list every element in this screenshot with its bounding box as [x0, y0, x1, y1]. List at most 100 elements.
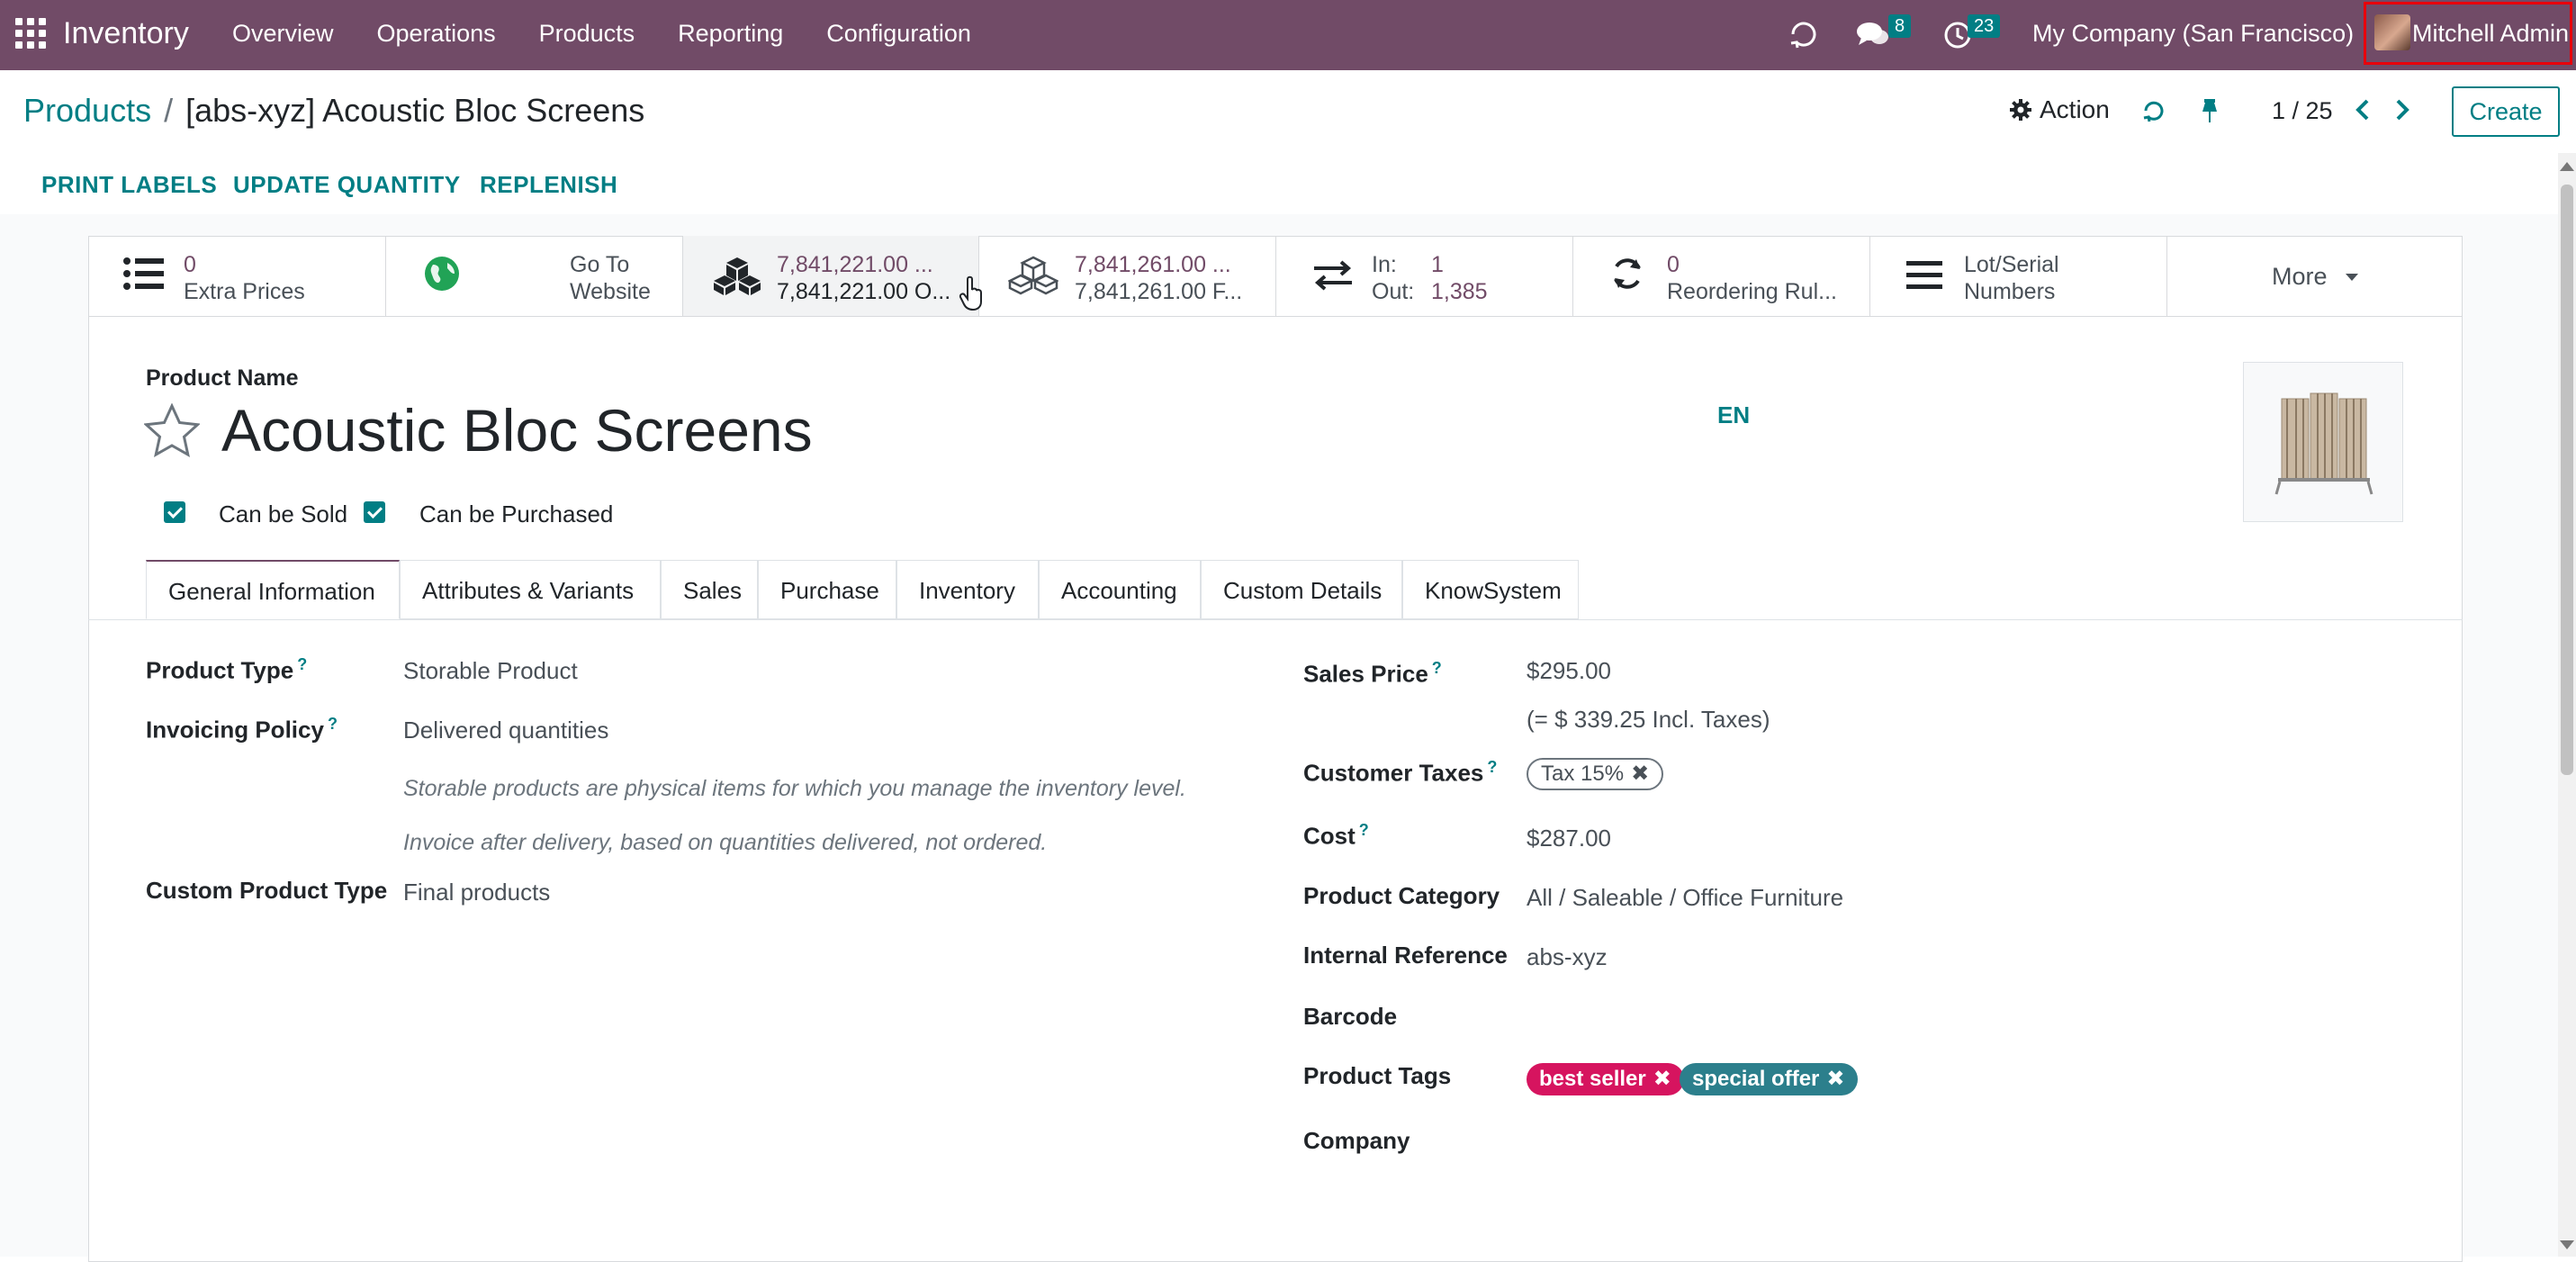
- print-labels-button[interactable]: PRINT LABELS: [41, 171, 217, 199]
- lot-serial-smart-button[interactable]: Lot/Serial Numbers: [1870, 236, 2167, 316]
- scrollbar-thumb[interactable]: [2561, 185, 2573, 775]
- help-tooltip-icon[interactable]: ?: [1487, 758, 1497, 776]
- product-category-label: Product Category: [1303, 882, 1500, 909]
- favorite-star-icon[interactable]: [144, 403, 200, 457]
- remove-tag-icon[interactable]: ✖: [1826, 1067, 1844, 1091]
- in-out-smart-button[interactable]: In: 1 Out: 1,385: [1276, 236, 1573, 316]
- lot-serial-line1: Lot/Serial: [1964, 252, 2059, 277]
- tax-15-tag[interactable]: Tax 15% ✖: [1527, 758, 1664, 790]
- invoice-help-text: Invoice after delivery, based on quantit…: [403, 830, 1048, 855]
- can-be-purchased-checkbox[interactable]: [364, 501, 385, 523]
- caret-down-icon: [2346, 274, 2358, 281]
- messages-count-badge: 8: [1888, 14, 1912, 38]
- product-image[interactable]: [2243, 362, 2403, 522]
- product-type-field[interactable]: Storable Product: [403, 657, 578, 685]
- customer-taxes-label: Customer Taxes?: [1303, 758, 1498, 787]
- activities-count-badge: 23: [1968, 14, 2001, 38]
- pager-previous-icon[interactable]: [2353, 97, 2373, 122]
- extra-prices-count: 0: [184, 252, 196, 277]
- more-label: More: [2272, 263, 2328, 290]
- form-statusbar: PRINT LABELS UPDATE QUANTITY REPLENISH: [0, 153, 2576, 215]
- can-be-sold-checkbox[interactable]: [164, 501, 185, 523]
- internal-reference-field[interactable]: abs-xyz: [1527, 943, 1608, 971]
- breadcrumb-products[interactable]: Products: [23, 92, 151, 129]
- extra-prices-label: Extra Prices: [184, 279, 305, 304]
- help-tooltip-icon[interactable]: ?: [1359, 821, 1369, 839]
- tab-accounting[interactable]: Accounting: [1039, 560, 1201, 619]
- bars-icon: [1906, 261, 1942, 289]
- menu-products[interactable]: Products: [539, 20, 635, 48]
- out-value: 1,385: [1431, 279, 1488, 304]
- can-be-purchased-label: Can be Purchased: [419, 500, 614, 527]
- go-to-website-smart-button[interactable]: Go To Website: [386, 236, 683, 316]
- app-name[interactable]: Inventory: [63, 16, 189, 51]
- tab-custom-details[interactable]: Custom Details: [1201, 560, 1402, 619]
- action-button[interactable]: Action: [2009, 95, 2110, 124]
- menu-configuration[interactable]: Configuration: [826, 20, 971, 48]
- user-avatar[interactable]: [2374, 14, 2410, 50]
- in-value: 1: [1431, 252, 1444, 277]
- language-toggle[interactable]: EN: [1717, 401, 1750, 429]
- reordering-label: Reordering Rul...: [1667, 279, 1837, 304]
- internal-reference-label: Internal Reference: [1303, 942, 1508, 969]
- reordering-rules-smart-button[interactable]: 0 Reordering Rul...: [1573, 236, 1870, 316]
- messages-icon[interactable]: [1856, 20, 1890, 50]
- tab-purchase[interactable]: Purchase: [758, 560, 896, 619]
- tab-sales[interactable]: Sales: [661, 560, 758, 619]
- top-navbar: Inventory Overview Operations Products R…: [0, 0, 2576, 70]
- scroll-up-arrow-icon[interactable]: [2560, 162, 2574, 171]
- product-category-field[interactable]: All / Saleable / Office Furniture: [1527, 884, 1843, 912]
- tag-best-seller[interactable]: best seller ✖: [1527, 1063, 1684, 1095]
- apps-menu-icon[interactable]: [15, 18, 46, 49]
- product-tags-label: Product Tags: [1303, 1062, 1452, 1089]
- help-tooltip-icon[interactable]: ?: [328, 715, 338, 733]
- remove-tag-icon[interactable]: ✖: [1653, 1067, 1671, 1091]
- product-name-label: Product Name: [146, 365, 299, 391]
- forecasted-smart-button[interactable]: 7,841,261.00 ... 7,841,261.00 F...: [979, 236, 1276, 316]
- extra-prices-smart-button[interactable]: 0 Extra Prices: [88, 236, 386, 316]
- out-label: Out:: [1372, 279, 1415, 304]
- help-tooltip-icon[interactable]: ?: [297, 655, 307, 673]
- pin-icon[interactable]: [2198, 97, 2221, 124]
- tab-knowsystem[interactable]: KnowSystem: [1402, 560, 1579, 619]
- replenish-button[interactable]: REPLENISH: [480, 171, 617, 199]
- remove-tag-icon[interactable]: ✖: [1631, 762, 1649, 786]
- tab-attributes-variants[interactable]: Attributes & Variants: [400, 560, 661, 619]
- pager-value[interactable]: 1 / 25: [2272, 97, 2333, 125]
- company-label: Company: [1303, 1127, 1410, 1154]
- pager-next-icon[interactable]: [2392, 97, 2412, 122]
- menu-reporting[interactable]: Reporting: [678, 20, 783, 48]
- smart-buttons-row: 0 Extra Prices Go To Website 7,841,221.0…: [88, 236, 2463, 317]
- menu-operations[interactable]: Operations: [377, 20, 496, 48]
- custom-product-type-field[interactable]: Final products: [403, 879, 550, 906]
- cost-label: Cost?: [1303, 821, 1369, 850]
- incl-taxes-text: (= $ 339.25 Incl. Taxes): [1527, 706, 1770, 733]
- forecasted-line1: 7,841,261.00 ...: [1075, 252, 1231, 277]
- tab-inventory[interactable]: Inventory: [896, 560, 1039, 619]
- sales-price-field[interactable]: $295.00: [1527, 657, 1611, 685]
- more-smart-button[interactable]: More: [2167, 236, 2463, 316]
- menu-overview[interactable]: Overview: [232, 20, 334, 48]
- on-hand-smart-button[interactable]: 7,841,221.00 ... 7,841,221.00 O...: [683, 236, 982, 316]
- invoicing-policy-field[interactable]: Delivered quantities: [403, 717, 608, 744]
- storable-help-text: Storable products are physical items for…: [403, 776, 1186, 801]
- tag-special-offer[interactable]: special offer ✖: [1680, 1063, 1858, 1095]
- company-switcher[interactable]: My Company (San Francisco): [2032, 20, 2354, 48]
- tab-general-information[interactable]: General Information: [146, 560, 400, 619]
- product-type-label: Product Type?: [146, 655, 308, 684]
- scroll-down-arrow-icon[interactable]: [2560, 1240, 2574, 1249]
- user-name[interactable]: Mitchell Admin: [2412, 20, 2569, 48]
- discard-refresh-icon[interactable]: [2140, 97, 2167, 124]
- update-quantity-button[interactable]: UPDATE QUANTITY: [233, 171, 461, 199]
- form-sheet: [88, 236, 2463, 1262]
- cubes-outline-icon: [1008, 256, 1058, 295]
- breadcrumb: Products / [abs-xyz] Acoustic Bloc Screens: [23, 92, 644, 130]
- globe-icon: [425, 257, 459, 291]
- reordering-count: 0: [1667, 252, 1680, 277]
- product-name-field[interactable]: Acoustic Bloc Screens: [221, 396, 813, 464]
- create-button[interactable]: Create: [2452, 86, 2560, 137]
- exchange-arrows-icon: [1314, 260, 1352, 291]
- cost-field[interactable]: $287.00: [1527, 825, 1611, 852]
- help-tooltip-icon[interactable]: ?: [1432, 659, 1442, 677]
- odoobot-icon[interactable]: [1788, 18, 1820, 50]
